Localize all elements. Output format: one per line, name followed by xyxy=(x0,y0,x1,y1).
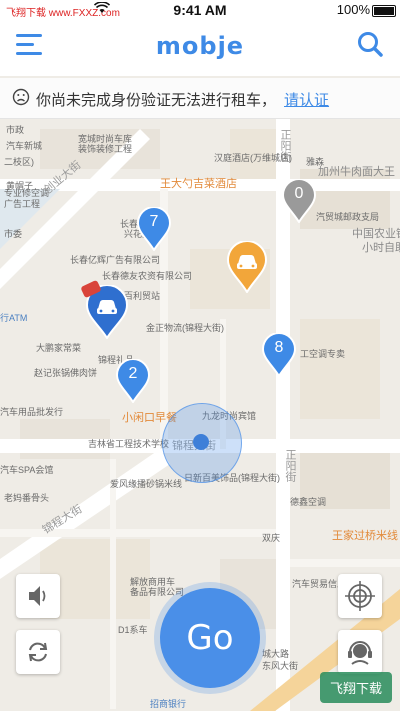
cluster-pin[interactable]: 7 xyxy=(137,207,171,251)
nav-bar: mobje xyxy=(0,20,400,76)
notice-message: 你尚未完成身份验证无法进行租车， xyxy=(36,92,277,109)
map-label: 东风大街 xyxy=(262,661,299,671)
sad-face-icon xyxy=(12,88,30,106)
refresh-button[interactable] xyxy=(16,630,60,674)
pin-count: 0 xyxy=(294,185,304,202)
map-label: 招商银行 xyxy=(150,699,187,709)
search-icon[interactable] xyxy=(356,30,384,58)
map-label: 大鹏家常菜 xyxy=(36,343,82,353)
map-label: 百利贸站 xyxy=(124,291,161,301)
cluster-pin[interactable]: 8 xyxy=(262,333,296,377)
map-label: 行ATM xyxy=(0,313,28,323)
map-label: 二枝区) xyxy=(4,157,34,167)
watermark-logo: 飞翔下载 xyxy=(319,672,392,703)
map-label: 正阳街 xyxy=(284,449,296,482)
cluster-pin[interactable]: 0 xyxy=(282,179,316,223)
notice-text: 你尚未完成身份验证无法进行租车， 请认证 xyxy=(36,89,329,110)
map-label: 王大勺吉菜酒店 xyxy=(160,178,237,190)
verify-link[interactable]: 请认证 xyxy=(284,92,329,109)
current-location-dot xyxy=(193,434,209,450)
map-label: 吉林省工程技术学校 xyxy=(88,439,170,449)
map-label: 王家过桥米线 xyxy=(332,530,398,542)
map-label: 爱风缘播砂锅米线 xyxy=(110,479,183,489)
map-label: D1系车 xyxy=(118,625,148,635)
map-label: 汽车用品批发行 xyxy=(0,407,64,417)
map-label: 加州牛肉面大王 xyxy=(318,166,395,178)
map-label: 汉庭酒店(万维城店) xyxy=(214,153,292,163)
map-label: 市委 xyxy=(4,229,23,239)
pin-count: 2 xyxy=(128,365,138,382)
car-pin-orange[interactable] xyxy=(227,241,267,293)
map-label: 备品有限公司 xyxy=(130,587,185,597)
map-label: 德鑫空调 xyxy=(290,497,327,507)
map-label: 雅森 xyxy=(306,157,325,167)
map-label: 汽贸城邮政支局 xyxy=(316,212,380,222)
sound-button[interactable] xyxy=(16,574,60,618)
pin-count: 7 xyxy=(149,213,159,230)
crosshair-icon xyxy=(345,581,375,611)
map-label: 汽车新城 xyxy=(6,141,43,151)
locate-button[interactable] xyxy=(338,574,382,618)
map-label: 小时自助 xyxy=(362,242,400,254)
map-label: 双庆 xyxy=(262,533,281,543)
customer-service-button[interactable] xyxy=(338,630,382,674)
speaker-icon xyxy=(29,586,46,606)
map-label: 市政 xyxy=(6,125,25,135)
battery-percent: 100% xyxy=(336,2,370,17)
app-logo: mobje xyxy=(155,32,245,60)
cluster-pin[interactable]: 2 xyxy=(116,359,150,403)
map-label: 工空调专卖 xyxy=(300,349,346,359)
map-label: 装饰装修工程 xyxy=(78,144,133,154)
map-label: 老妈番骨头 xyxy=(4,493,50,503)
headset-icon xyxy=(348,641,372,665)
map-label: 汽车SPA会馆 xyxy=(0,465,54,475)
battery-icon xyxy=(372,5,396,17)
map-label: 赵记张锅佛肉饼 xyxy=(34,368,98,378)
pin-count: 8 xyxy=(274,339,284,356)
map-label: 金正物流(锦程大街) xyxy=(146,323,224,333)
map-label: 长春亿辉广告有限公司 xyxy=(70,255,161,265)
refresh-icon xyxy=(28,642,48,662)
go-button[interactable]: Go xyxy=(160,588,260,688)
verification-notice: 你尚未完成身份验证无法进行租车， 请认证 xyxy=(0,78,400,119)
status-bar: 飞翔下载 www.FXXZ.com 9:41 AM 100% xyxy=(0,0,400,20)
map-label: 长春德友农资有限公司 xyxy=(102,271,193,281)
map-label: 广告工程 xyxy=(4,199,41,209)
